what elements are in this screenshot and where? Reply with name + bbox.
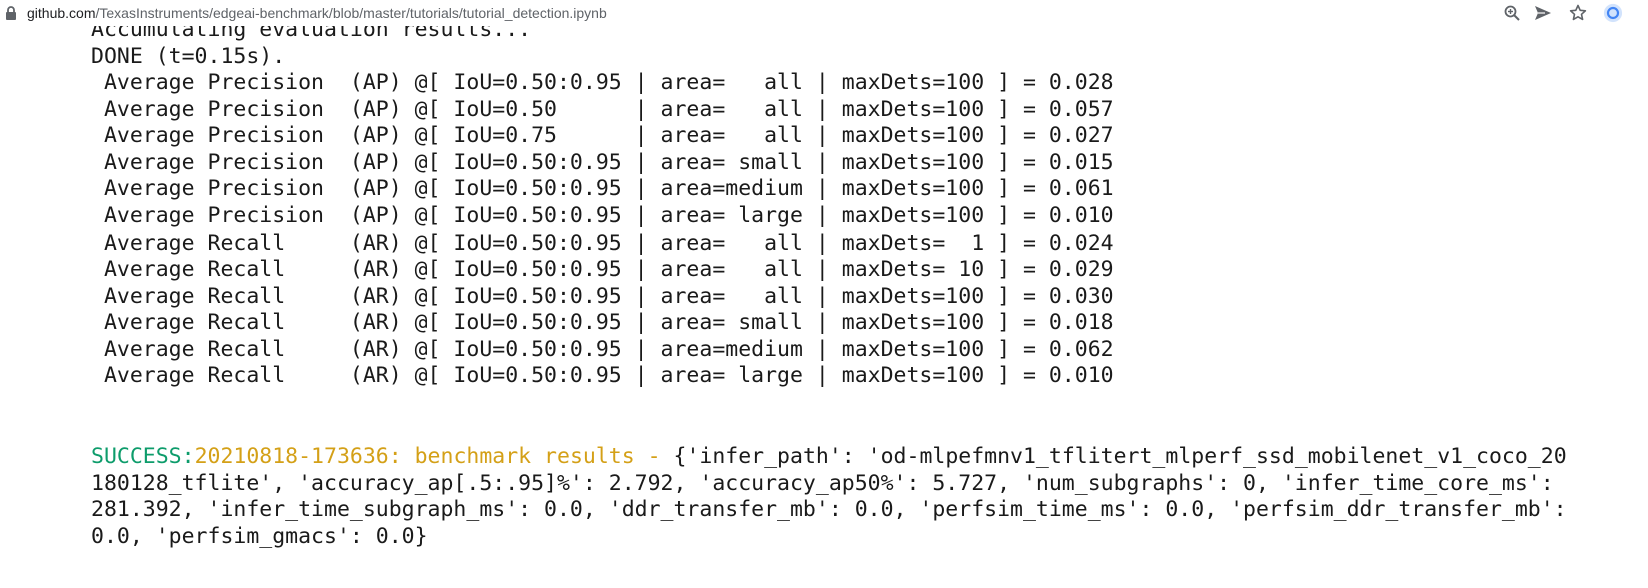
metric-line: Average Precision (AP) @[ IoU=0.50:0.95 … bbox=[91, 70, 1114, 95]
metric-line: Average Precision (AP) @[ IoU=0.75 | are… bbox=[91, 123, 1114, 148]
url-host: github.com bbox=[27, 5, 96, 21]
success-line-2: 180128_tflite', 'accuracy_ap[.5:.95]%': … bbox=[91, 471, 1554, 496]
metric-line: Average Precision (AP) @[ IoU=0.50:0.95 … bbox=[91, 150, 1114, 175]
metric-line: Average Recall (AR) @[ IoU=0.50:0.95 | a… bbox=[91, 284, 1114, 309]
metric-line: Average Precision (AP) @[ IoU=0.50 | are… bbox=[91, 97, 1114, 122]
lock-icon[interactable] bbox=[4, 5, 18, 21]
share-icon[interactable] bbox=[1533, 3, 1553, 23]
success-label: SUCCESS: bbox=[91, 444, 195, 469]
notebook-output: Accumulating evaluation results... DONE … bbox=[0, 0, 1648, 588]
metric-line: Average Recall (AR) @[ IoU=0.50:0.95 | a… bbox=[91, 257, 1114, 282]
success-result-start: {'infer_path': 'od-mlpefmnv1_tflitert_ml… bbox=[673, 444, 1567, 469]
success-line-3: 281.392, 'infer_time_subgraph_ms': 0.0, … bbox=[91, 497, 1567, 522]
url-path: /TexasInstruments/edgeai-benchmark/blob/… bbox=[95, 5, 607, 21]
metric-line: Average Recall (AR) @[ IoU=0.50:0.95 | a… bbox=[91, 363, 1114, 388]
success-timestamp: 20210818-173636: benchmark results - bbox=[194, 444, 674, 469]
zoom-icon[interactable] bbox=[1502, 3, 1522, 23]
metric-line: Average Recall (AR) @[ IoU=0.50:0.95 | a… bbox=[91, 310, 1114, 335]
success-line-1: SUCCESS:20210818-173636: benchmark resul… bbox=[91, 443, 1567, 471]
success-line-4: 0.0, 'perfsim_gmacs': 0.0} bbox=[91, 524, 428, 549]
output-line-done: DONE (t=0.15s). bbox=[91, 44, 286, 69]
profile-icon[interactable] bbox=[1603, 3, 1623, 23]
metric-line: Average Precision (AP) @[ IoU=0.50:0.95 … bbox=[91, 176, 1114, 201]
browser-window: Accumulating evaluation results... DONE … bbox=[0, 0, 1648, 588]
metric-line: Average Precision (AP) @[ IoU=0.50:0.95 … bbox=[91, 203, 1114, 228]
metric-line: Average Recall (AR) @[ IoU=0.50:0.95 | a… bbox=[91, 337, 1114, 362]
url-field[interactable]: github.com/TexasInstruments/edgeai-bench… bbox=[27, 4, 607, 22]
star-icon[interactable] bbox=[1568, 3, 1588, 23]
address-bar[interactable]: github.com/TexasInstruments/edgeai-bench… bbox=[0, 0, 1648, 26]
metric-line: Average Recall (AR) @[ IoU=0.50:0.95 | a… bbox=[91, 231, 1114, 256]
